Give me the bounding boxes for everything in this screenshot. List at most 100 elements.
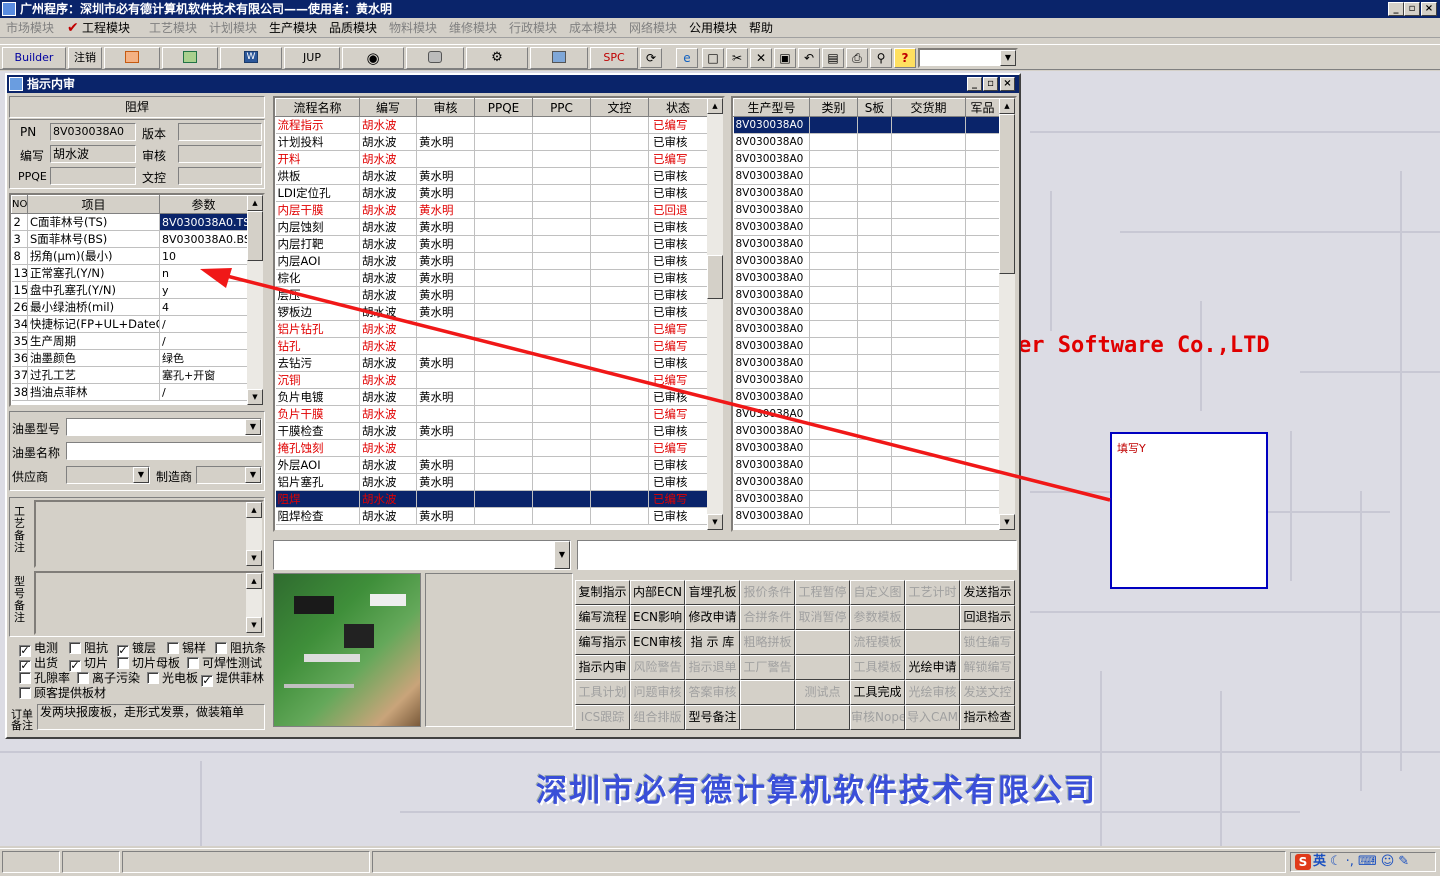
- command-button[interactable]: 锁住编写: [960, 630, 1015, 655]
- table-cell[interactable]: [590, 303, 649, 321]
- table-cell[interactable]: [474, 473, 533, 491]
- table-cell[interactable]: 烘板: [275, 167, 360, 185]
- model-row[interactable]: 8V030038A0: [733, 286, 1000, 304]
- model-row[interactable]: 8V030038A0: [733, 405, 1000, 423]
- command-button[interactable]: 编写流程: [575, 605, 630, 630]
- command-button[interactable]: 编写指示: [575, 630, 630, 655]
- scroll-down-icon[interactable]: ▼: [707, 514, 723, 530]
- table-cell[interactable]: [965, 422, 1000, 440]
- table-cell[interactable]: 已审核: [648, 473, 708, 491]
- table-cell[interactable]: 已审核: [648, 133, 708, 151]
- model-scrollbar[interactable]: ▲ ▼: [999, 98, 1015, 530]
- table-cell[interactable]: 黄水明: [416, 507, 475, 525]
- flow-row[interactable]: 锣板边 胡水波 黄水明 已审核: [275, 303, 708, 321]
- table-cell[interactable]: [590, 371, 649, 389]
- table-cell[interactable]: [965, 507, 1000, 525]
- table-cell[interactable]: 黄水明: [416, 422, 475, 440]
- table-cell[interactable]: 最小绿油桥(mil): [27, 298, 160, 316]
- table-cell[interactable]: [474, 201, 533, 219]
- table-cell[interactable]: [857, 507, 892, 525]
- table-cell[interactable]: 8V030038A0: [733, 252, 810, 270]
- window-close-button[interactable]: ×: [1000, 77, 1015, 91]
- command-button[interactable]: 报价条件: [740, 580, 795, 605]
- table-cell[interactable]: [809, 303, 858, 321]
- table-cell[interactable]: [416, 490, 475, 508]
- table-cell[interactable]: y: [159, 281, 248, 299]
- table-cell[interactable]: [857, 167, 892, 185]
- close-button[interactable]: ×: [1421, 2, 1437, 16]
- table-cell[interactable]: [590, 473, 649, 491]
- flow-row[interactable]: 去钻污 胡水波 黄水明 已审核: [275, 354, 708, 372]
- menu-item[interactable]: 计划模块: [209, 18, 257, 38]
- powerpoint-icon[interactable]: [104, 47, 160, 69]
- table-cell[interactable]: [474, 456, 533, 474]
- table-cell[interactable]: 8V030038A0.TS: [159, 213, 248, 231]
- model-row[interactable]: 8V030038A0: [733, 388, 1000, 406]
- table-cell[interactable]: [474, 218, 533, 236]
- table-cell[interactable]: [590, 456, 649, 474]
- table-cell[interactable]: 26: [11, 298, 28, 316]
- table-cell[interactable]: [891, 473, 966, 491]
- command-button[interactable]: ECN审核: [630, 630, 685, 655]
- table-cell[interactable]: 已编写: [648, 490, 708, 508]
- command-button[interactable]: [740, 705, 795, 730]
- table-cell[interactable]: [891, 303, 966, 321]
- table-cell[interactable]: 胡水波: [359, 133, 417, 151]
- model-row[interactable]: 8V030038A0: [733, 269, 1000, 287]
- table-cell[interactable]: 8V030038A0: [733, 235, 810, 253]
- internet-icon[interactable]: e: [676, 48, 698, 68]
- table-cell[interactable]: 黄水明: [416, 201, 475, 219]
- table-cell[interactable]: [809, 439, 858, 457]
- table-cell[interactable]: [965, 116, 1000, 134]
- table-cell[interactable]: 8V030038A0: [733, 439, 810, 457]
- menu-item[interactable]: 行政模块: [509, 18, 557, 38]
- eye-icon[interactable]: ◉: [342, 47, 404, 69]
- logout-button[interactable]: 注销: [68, 47, 102, 69]
- table-cell[interactable]: 内层干膜: [275, 201, 360, 219]
- table-cell[interactable]: [809, 422, 858, 440]
- table-cell[interactable]: /: [159, 332, 248, 350]
- table-cell[interactable]: 10: [159, 247, 248, 265]
- model-row[interactable]: 8V030038A0: [733, 201, 1000, 219]
- table-cell[interactable]: [891, 405, 966, 423]
- menu-item[interactable]: 帮助: [749, 18, 773, 38]
- table-cell[interactable]: 8V030038A0: [733, 507, 810, 525]
- table-cell[interactable]: [809, 320, 858, 338]
- table-cell[interactable]: 内层打靶: [275, 235, 360, 253]
- unchecked-icon[interactable]: [167, 642, 179, 654]
- table-cell[interactable]: [965, 439, 1000, 457]
- table-row[interactable]: 35 生产周期 /: [11, 332, 248, 350]
- table-cell[interactable]: [809, 507, 858, 525]
- unchecked-icon[interactable]: [147, 672, 159, 684]
- table-cell[interactable]: 8V030038A0: [733, 320, 810, 338]
- table-cell[interactable]: [891, 490, 966, 508]
- scroll-down-icon[interactable]: ▼: [246, 550, 262, 566]
- table-cell[interactable]: 生产周期: [27, 332, 160, 350]
- table-cell[interactable]: [532, 218, 591, 236]
- table-cell[interactable]: 铝片钻孔: [275, 320, 360, 338]
- menu-item[interactable]: 生产模块: [269, 18, 317, 38]
- new-document-icon[interactable]: □: [702, 48, 724, 68]
- flow-row[interactable]: 开料 胡水波 已编写: [275, 150, 708, 168]
- command-button[interactable]: [740, 680, 795, 705]
- column-header[interactable]: 类别: [809, 98, 858, 117]
- table-cell[interactable]: [891, 201, 966, 219]
- table-cell[interactable]: 油墨颜色: [27, 349, 160, 367]
- table-cell[interactable]: [809, 150, 858, 168]
- table-cell[interactable]: [857, 303, 892, 321]
- flow-row[interactable]: 负片电镀 胡水波 黄水明 已审核: [275, 388, 708, 406]
- model-row[interactable]: 8V030038A0: [733, 337, 1000, 355]
- table-cell[interactable]: 层压: [275, 286, 360, 304]
- table-cell[interactable]: S面菲林号(BS): [27, 230, 160, 248]
- table-cell[interactable]: 胡水波: [359, 235, 417, 253]
- table-cell[interactable]: [891, 269, 966, 287]
- table-cell[interactable]: 34: [11, 315, 28, 333]
- table-cell[interactable]: [532, 269, 591, 287]
- model-row[interactable]: 8V030038A0: [733, 167, 1000, 185]
- table-cell[interactable]: [857, 490, 892, 508]
- command-button[interactable]: 组合排版: [630, 705, 685, 730]
- table-cell[interactable]: [891, 116, 966, 134]
- unchecked-icon[interactable]: [69, 642, 81, 654]
- table-cell[interactable]: 正常塞孔(Y/N): [27, 264, 160, 282]
- table-cell[interactable]: 钻孔: [275, 337, 360, 355]
